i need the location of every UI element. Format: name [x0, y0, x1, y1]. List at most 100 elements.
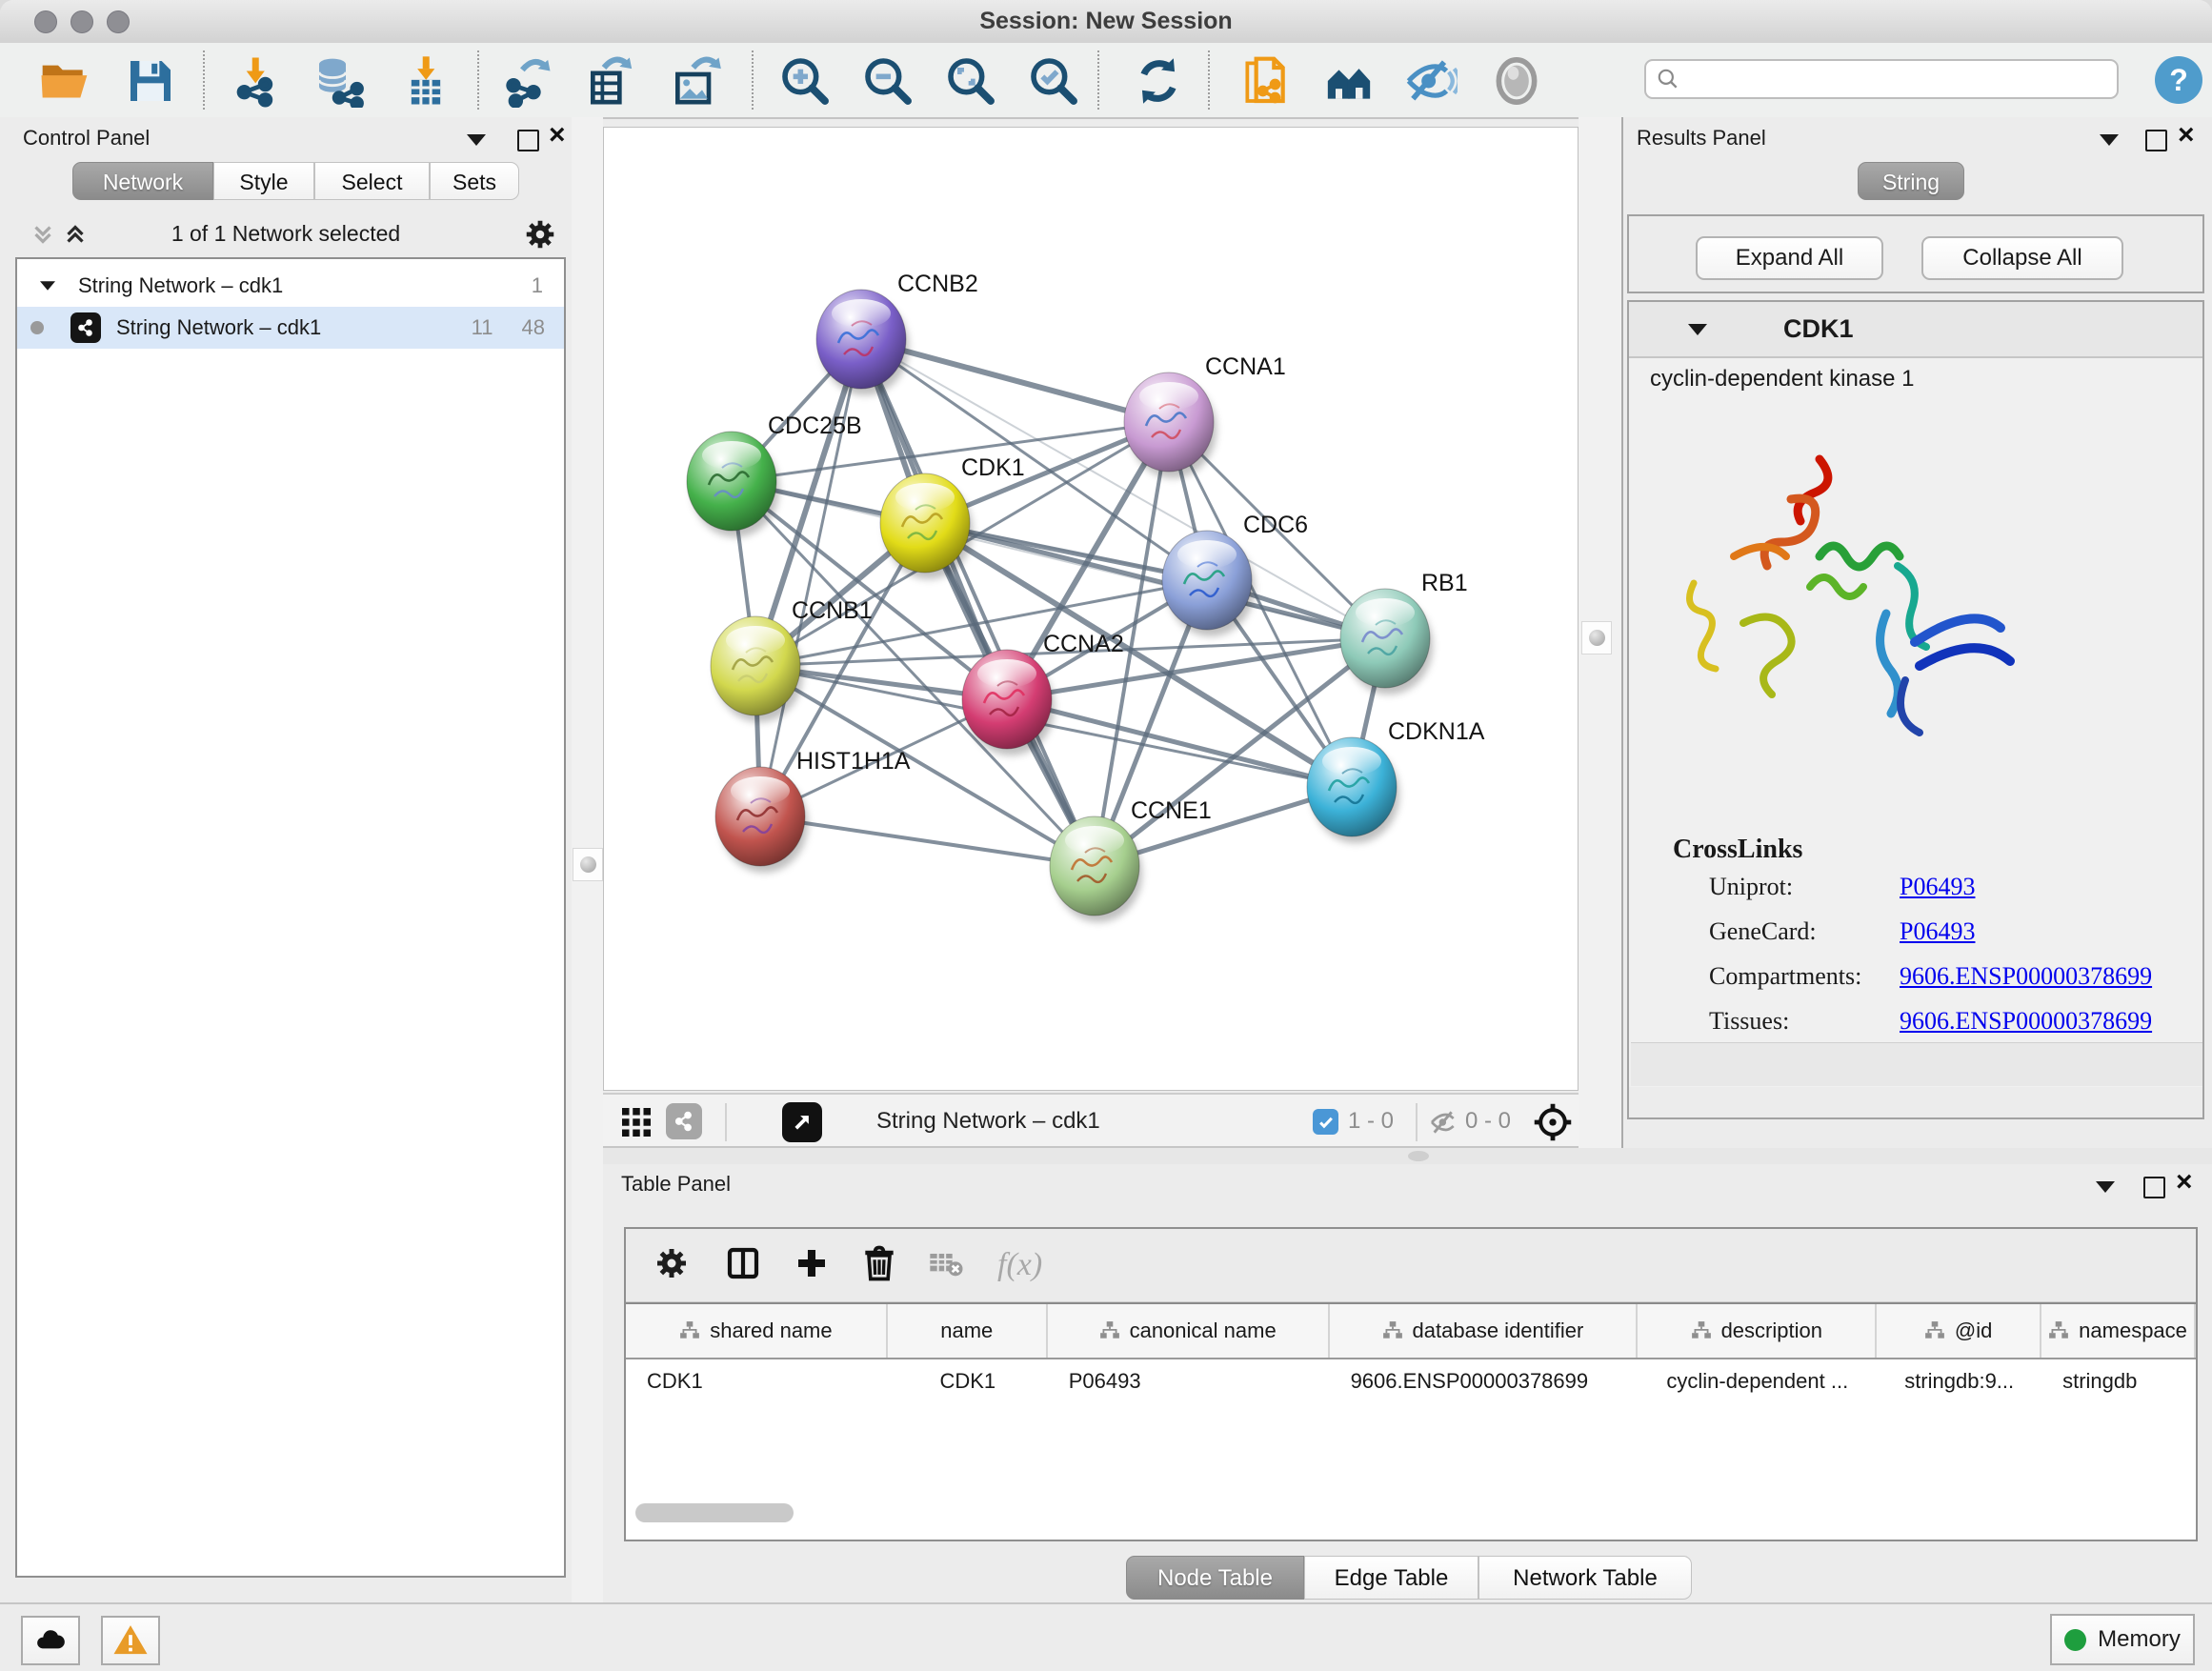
cell-shared-name[interactable]: CDK1: [626, 1359, 888, 1403]
tab-string[interactable]: String: [1858, 162, 1964, 200]
cdk1-collapse-icon[interactable]: [1688, 324, 1707, 335]
table-options-gear-button[interactable]: [653, 1244, 691, 1287]
check-icon: [1317, 1113, 1336, 1132]
control-panel-menu-icon[interactable]: [467, 134, 486, 146]
left-splitter-handle[interactable]: [573, 848, 603, 881]
memory-button[interactable]: Memory: [2050, 1614, 2195, 1665]
network-edge-ccnb2-ccne1[interactable]: [861, 339, 1095, 866]
horizontal-splitter[interactable]: [603, 1148, 2212, 1164]
network-collection-row[interactable]: String Network – cdk1 1: [17, 265, 564, 307]
tab-select[interactable]: Select: [314, 162, 430, 200]
network-node-cdkn1a[interactable]: CDKN1A: [1307, 718, 1485, 843]
cell-canonical-name[interactable]: P06493: [1048, 1359, 1330, 1403]
network-edge-hist1h1a-ccne1[interactable]: [760, 816, 1095, 866]
tab-network-table[interactable]: Network Table: [1478, 1556, 1692, 1600]
open-in-web-button[interactable]: [1238, 54, 1292, 108]
gear-icon: [653, 1244, 691, 1282]
search-input[interactable]: [1644, 59, 2119, 99]
column-header-description[interactable]: description: [1638, 1304, 1877, 1358]
zoom-selected-button[interactable]: [1027, 54, 1080, 108]
results-panel-close-icon[interactable]: ×: [2178, 123, 2195, 148]
crosslink-value-link[interactable]: P06493: [1900, 917, 1975, 946]
table-panel-close-icon[interactable]: ×: [2176, 1170, 2193, 1195]
zoom-in-button[interactable]: [778, 54, 832, 108]
control-panel-float-icon[interactable]: [517, 130, 539, 151]
help-button[interactable]: ?: [2155, 56, 2202, 104]
cell--id[interactable]: stringdb:9...: [1877, 1359, 2041, 1403]
network-item-label: String Network – cdk1: [116, 315, 321, 340]
selected-nodes-checkbox[interactable]: [1313, 1109, 1338, 1135]
network-node-ccna1[interactable]: CCNA1: [1124, 353, 1286, 478]
cell-database-identifier[interactable]: 9606.ENSP00000378699: [1330, 1359, 1639, 1403]
tab-node-table[interactable]: Node Table: [1126, 1556, 1304, 1600]
crosslink-value-link[interactable]: P06493: [1900, 873, 1975, 901]
column-header-namespace[interactable]: namespace: [2041, 1304, 2196, 1358]
hide-selected-button[interactable]: [1404, 54, 1458, 108]
network-node-rb1[interactable]: RB1: [1340, 570, 1468, 695]
export-network-button[interactable]: [500, 54, 553, 108]
zoom-fit-button[interactable]: [944, 54, 997, 108]
column-header-name[interactable]: name: [888, 1304, 1048, 1358]
tab-edge-table[interactable]: Edge Table: [1304, 1556, 1478, 1600]
network-graph[interactable]: CCNB2CCNA1CDC25BCDK1CDC6RB1CCNB1CCNA2CDK…: [604, 128, 1579, 1092]
delete-column-button[interactable]: [858, 1242, 900, 1289]
collapse-all-button[interactable]: Collapse All: [1921, 236, 2123, 280]
table-panel-title: Table Panel: [621, 1172, 731, 1197]
network-item-row[interactable]: String Network – cdk1 11 48: [17, 307, 564, 349]
delete-table-button[interactable]: [927, 1244, 965, 1287]
collection-expand-icon[interactable]: [40, 281, 55, 291]
network-edge-ccnb2-hist1h1a[interactable]: [760, 339, 861, 816]
birds-eye-view-button[interactable]: [782, 1102, 822, 1142]
tab-style[interactable]: Style: [213, 162, 314, 200]
control-panel-close-icon[interactable]: ×: [549, 123, 566, 148]
export-image-button[interactable]: [669, 54, 722, 108]
horizontal-splitter-handle[interactable]: [1408, 1151, 1429, 1161]
crosslink-value-link[interactable]: 9606.ENSP00000378699: [1900, 962, 2152, 991]
cdk1-section-header[interactable]: CDK1: [1629, 302, 2202, 358]
column-header--id[interactable]: @id: [1877, 1304, 2041, 1358]
network-node-cdk1[interactable]: CDK1: [880, 454, 1025, 579]
table-panel-menu-icon[interactable]: [2096, 1181, 2115, 1193]
import-table-button[interactable]: [399, 54, 452, 108]
table-row[interactable]: CDK1CDK1P064939606.ENSP00000378699cyclin…: [626, 1359, 2196, 1403]
network-node-cdc6[interactable]: CDC6: [1162, 512, 1308, 636]
function-builder-button[interactable]: f(x): [997, 1247, 1042, 1283]
column-header-shared-name[interactable]: shared name: [626, 1304, 888, 1358]
table-panel-float-icon[interactable]: [2143, 1177, 2165, 1198]
warnings-button[interactable]: [101, 1616, 160, 1665]
save-floppy-icon: [124, 54, 177, 108]
table-horizontal-scrollbar[interactable]: [635, 1503, 794, 1522]
right-splitter-handle[interactable]: [1581, 621, 1612, 654]
grid-view-button[interactable]: [619, 1105, 654, 1144]
column-header-canonical-name[interactable]: canonical name: [1048, 1304, 1330, 1358]
fit-selected-crosshair-button[interactable]: [1532, 1101, 1574, 1148]
cell-description[interactable]: cyclin-dependent ...: [1638, 1359, 1877, 1403]
network-share-view-button[interactable]: [666, 1103, 702, 1139]
network-node-hist1h1a[interactable]: HIST1H1A: [715, 748, 911, 873]
show-columns-button[interactable]: [723, 1243, 763, 1288]
zoom-out-button[interactable]: [861, 54, 915, 108]
column-header-database-identifier[interactable]: database identifier: [1330, 1304, 1639, 1358]
network-canvas[interactable]: CCNB2CCNA1CDC25BCDK1CDC6RB1CCNB1CCNA2CDK…: [603, 127, 1579, 1091]
network-node-ccnb2[interactable]: CCNB2: [816, 271, 978, 395]
network-node-cdc25b[interactable]: CDC25B: [687, 413, 862, 537]
crosslink-value-link[interactable]: 9606.ENSP00000378699: [1900, 1007, 2152, 1036]
preview-button[interactable]: [1490, 54, 1543, 108]
cloud-status-button[interactable]: [21, 1616, 80, 1665]
results-panel-menu-icon[interactable]: [2100, 134, 2119, 146]
import-network-from-database-button[interactable]: [312, 54, 366, 108]
results-panel-float-icon[interactable]: [2145, 130, 2167, 151]
open-session-button[interactable]: [38, 54, 91, 108]
create-column-button[interactable]: [792, 1243, 832, 1288]
tab-sets[interactable]: Sets: [430, 162, 519, 200]
cell-namespace[interactable]: stringdb: [2041, 1359, 2196, 1403]
import-network-button[interactable]: [229, 54, 282, 108]
refresh-button[interactable]: [1132, 54, 1185, 108]
tab-network[interactable]: Network: [72, 162, 213, 200]
save-session-button[interactable]: [124, 54, 177, 108]
cell-name[interactable]: CDK1: [888, 1359, 1048, 1403]
network-options-gear-button[interactable]: [522, 216, 558, 257]
export-table-button[interactable]: [584, 54, 637, 108]
expand-all-button[interactable]: Expand All: [1696, 236, 1883, 280]
show-graphics-details-button[interactable]: [1322, 54, 1376, 108]
